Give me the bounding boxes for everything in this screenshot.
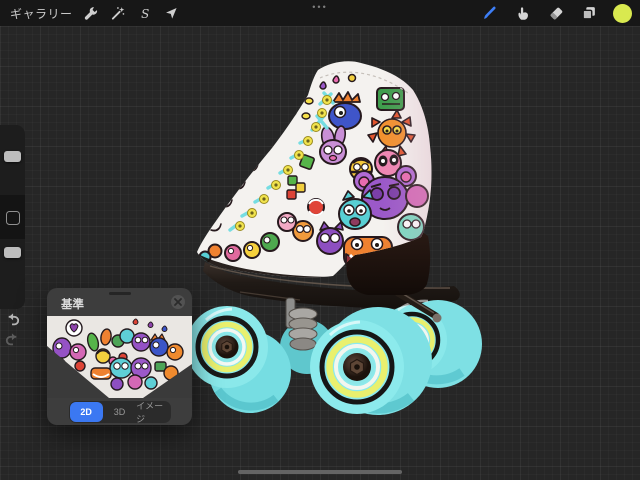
reference-tab-bar: 2D 3D イメージ <box>47 398 192 425</box>
brush-sidebar <box>0 125 25 309</box>
eraser-icon[interactable] <box>547 4 565 22</box>
gallery-button[interactable]: ギャラリー <box>10 5 73 22</box>
view-mode-segmented-control: 2D 3D イメージ <box>68 400 171 424</box>
brush-size-slider[interactable] <box>4 151 21 162</box>
redo-icon[interactable] <box>3 329 22 348</box>
close-icon[interactable] <box>171 295 185 309</box>
opacity-slider[interactable] <box>4 247 21 258</box>
canvas-menu-dots[interactable]: ••• <box>312 2 327 12</box>
selection-s-icon[interactable]: S <box>136 4 154 22</box>
panel-drag-handle[interactable] <box>108 292 131 295</box>
home-indicator[interactable] <box>238 470 402 474</box>
adjustments-wand-icon[interactable] <box>109 4 127 22</box>
undo-icon[interactable] <box>3 309 22 328</box>
top-toolbar: ギャラリー S ••• <box>0 0 640 26</box>
svg-text:S: S <box>141 6 149 20</box>
actions-wrench-icon[interactable] <box>82 4 100 22</box>
reference-thumbnail[interactable] <box>47 316 192 398</box>
tab-image[interactable]: イメージ <box>136 401 169 424</box>
smudge-finger-icon[interactable] <box>514 4 532 22</box>
color-swatch[interactable] <box>613 3 632 23</box>
layers-icon[interactable] <box>580 4 598 22</box>
tab-2d[interactable]: 2D <box>69 401 103 422</box>
transform-arrow-icon[interactable] <box>163 4 181 22</box>
tab-3d[interactable]: 3D <box>103 402 136 422</box>
reference-panel[interactable]: 基準 2D 3D イメージ <box>47 288 192 425</box>
brush-icon[interactable] <box>481 4 499 22</box>
modify-button[interactable] <box>6 211 20 225</box>
reference-panel-title: 基準 <box>61 299 84 311</box>
